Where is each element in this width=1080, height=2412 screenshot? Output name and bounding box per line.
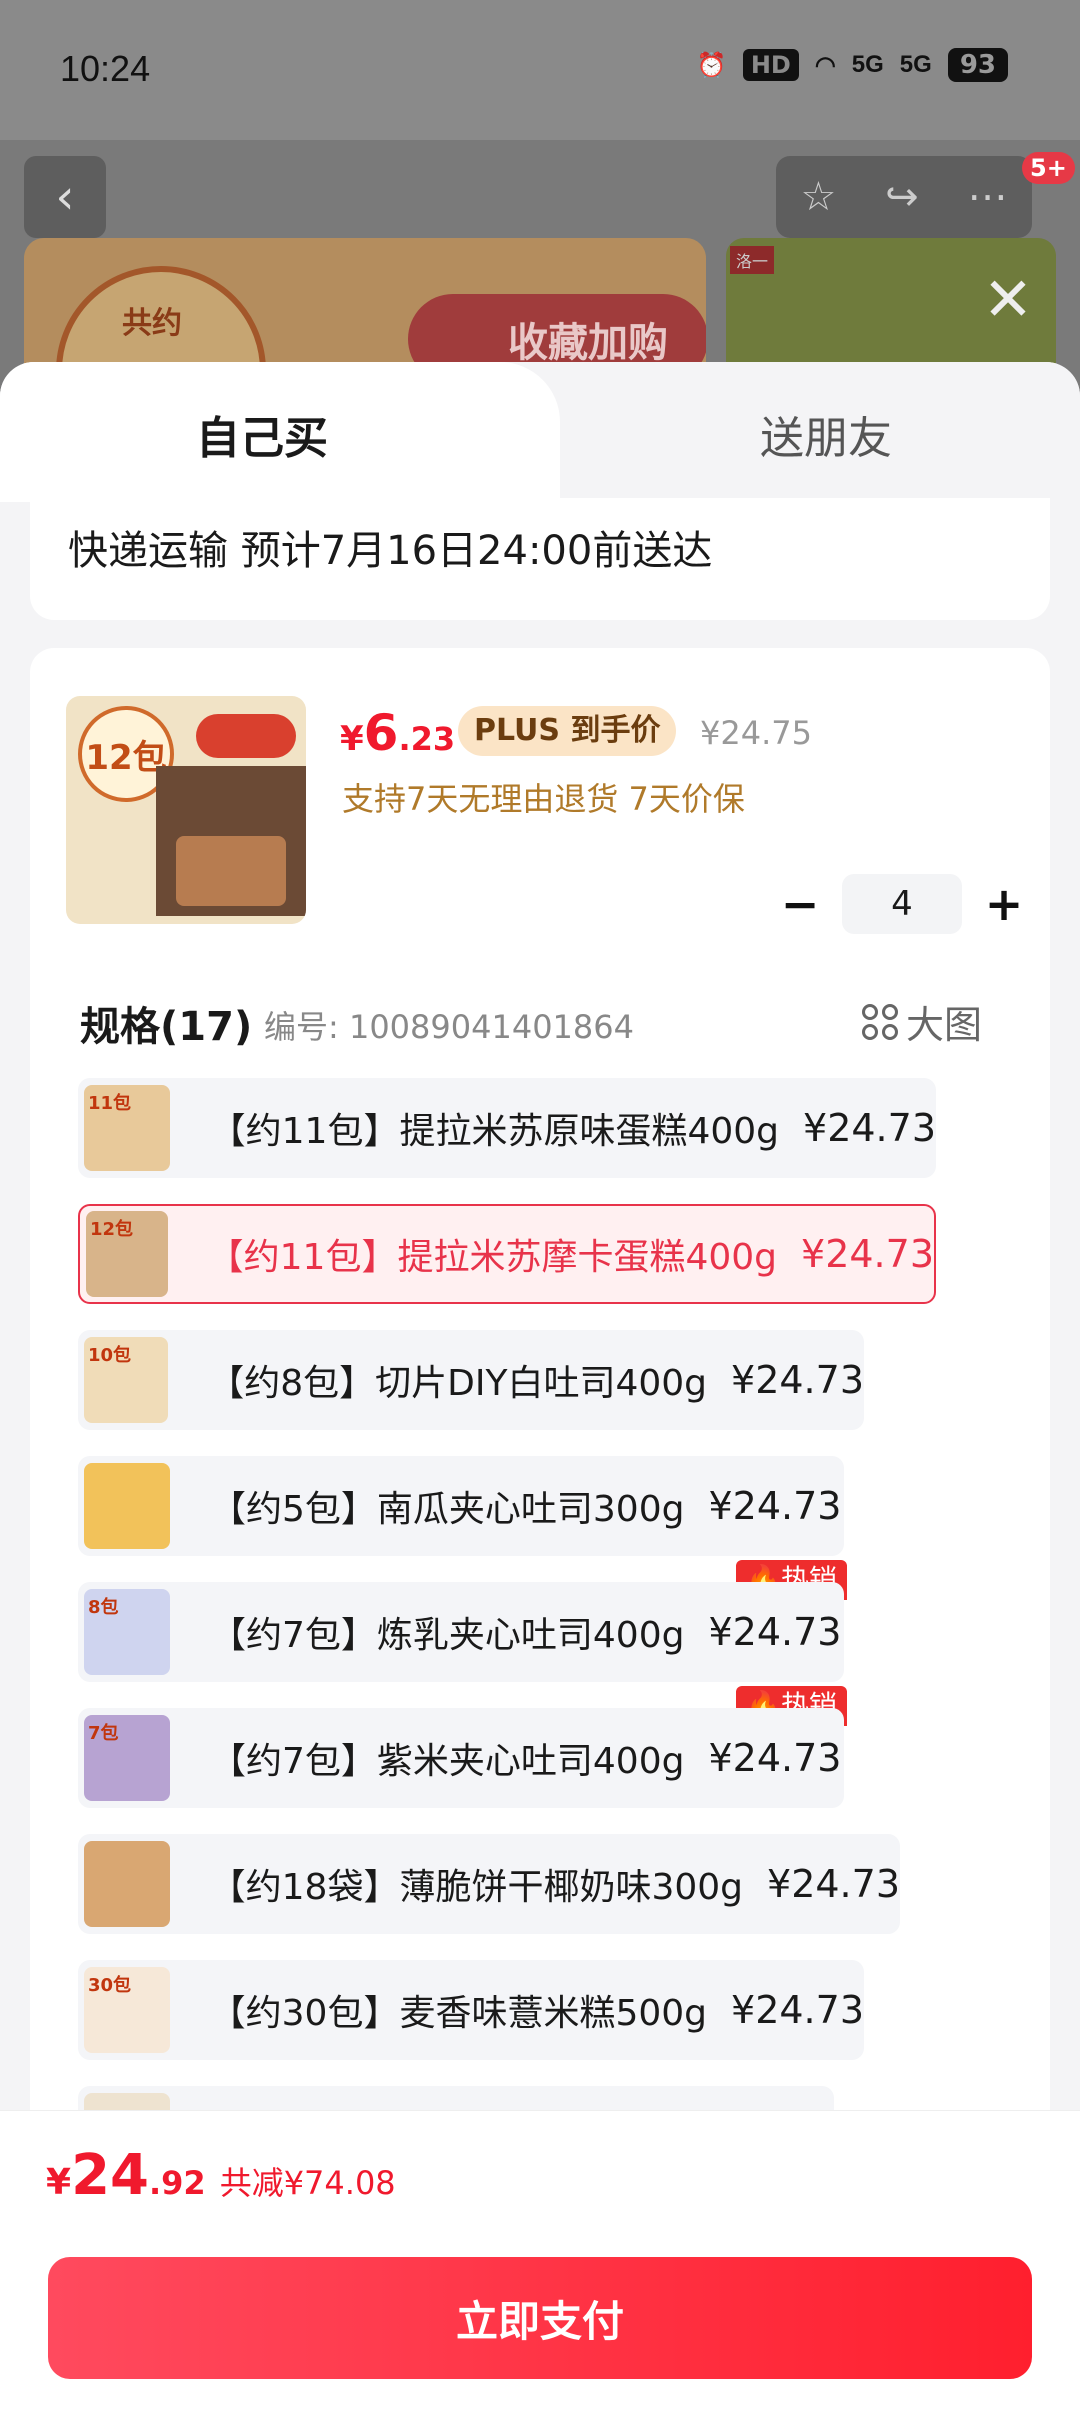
tabs: 自己买 送朋友 bbox=[0, 362, 1080, 502]
option-price: ¥24.73 bbox=[801, 1232, 934, 1276]
spec-option[interactable]: 30包 【约30包】麦香味薏米糕500g ¥24.73 bbox=[78, 1960, 864, 2060]
discount-total: 共减¥74.08 bbox=[219, 2164, 396, 2202]
spec-option[interactable]: 11包 【约11包】提拉米苏原味蛋糕400g ¥24.73 bbox=[78, 1078, 936, 1178]
status-icons: ⏰ HD ◠ 5G 5G 93 bbox=[697, 48, 1008, 82]
option-label: 【约5包】南瓜夹心吐司300g bbox=[210, 1489, 685, 1530]
option-label: 【约11包】提拉米苏原味蛋糕400g bbox=[209, 1111, 780, 1152]
option-label: 【约7包】紫米夹心吐司400g bbox=[210, 1741, 685, 1782]
option-thumb: 30包 bbox=[84, 1967, 170, 2053]
spec-option[interactable]: 10包 【约8包】切片DIY白吐司400g ¥24.73 bbox=[78, 1330, 864, 1430]
option-price: ¥24.73 bbox=[731, 1988, 864, 2032]
option-price: ¥24.73 bbox=[708, 1484, 842, 1528]
total-price: ¥ 24 .92 共减¥74.08 bbox=[46, 2143, 396, 2208]
option-label: 【约30包】麦香味薏米糕500g bbox=[209, 1993, 708, 2034]
option-thumb bbox=[84, 1841, 170, 1927]
alarm-icon: ⏰ bbox=[696, 51, 727, 79]
product-price: ¥ 6 .23 bbox=[340, 704, 456, 762]
minus-button[interactable]: − bbox=[770, 874, 830, 934]
back-button[interactable]: ‹ bbox=[24, 156, 106, 238]
close-icon[interactable]: ✕ bbox=[978, 270, 1038, 330]
option-thumb: 8包 bbox=[84, 1589, 170, 1675]
option-thumb: 10包 bbox=[84, 1337, 169, 1423]
spec-option-selected[interactable]: 12包 【约11包】提拉米苏摩卡蛋糕400g ¥24.73 bbox=[78, 1204, 936, 1304]
big-image-button[interactable]: 大图 bbox=[862, 994, 982, 1049]
shipping-card: 快递运输 预计7月16日24:00前送达 bbox=[30, 498, 1050, 620]
hd-icon: HD bbox=[742, 49, 799, 81]
signal-5g-icon: 5G bbox=[851, 51, 884, 78]
option-price: ¥24.73 bbox=[731, 1358, 864, 1402]
banner-photo-tag: 洛一 bbox=[730, 246, 775, 274]
quantity-stepper: − 4 + bbox=[770, 874, 1034, 934]
spec-option[interactable]: 【约18袋】薄脆饼干椰奶味300g ¥24.73 bbox=[78, 1834, 900, 1934]
wifi-icon: ◠ bbox=[814, 51, 836, 79]
status-bar: 10:24 ⏰ HD ◠ 5G 5G 93 bbox=[0, 0, 1080, 140]
product-image[interactable]: 12包 bbox=[66, 696, 306, 924]
option-thumb: 7包 bbox=[84, 1715, 170, 1801]
tab-self[interactable]: 自己买 bbox=[0, 362, 560, 502]
pay-now-button[interactable]: 立即支付 bbox=[48, 2257, 1032, 2379]
shipping-text: 快递运输 预计7月16日24:00前送达 bbox=[68, 528, 713, 574]
quantity-input[interactable]: 4 bbox=[842, 874, 962, 934]
signal-5g-icon-2: 5G bbox=[899, 51, 932, 78]
option-label: 【约11包】提拉米苏摩卡蛋糕400g bbox=[207, 1237, 778, 1278]
option-thumb: 11包 bbox=[84, 1085, 170, 1171]
option-price: ¥24.73 bbox=[767, 1862, 900, 1906]
option-thumb bbox=[84, 1463, 170, 1549]
spec-code: 编号: 10089041401864 bbox=[264, 1008, 634, 1046]
spec-option[interactable]: 8包 【约7包】炼乳夹心吐司400g ¥24.73 bbox=[78, 1582, 844, 1682]
option-price: ¥24.73 bbox=[803, 1106, 936, 1150]
option-thumb: 12包 bbox=[86, 1211, 168, 1297]
spec-option[interactable]: 【约5包】南瓜夹心吐司300g ¥24.73 bbox=[78, 1456, 844, 1556]
option-price: ¥24.73 bbox=[708, 1736, 842, 1780]
grid-icon bbox=[862, 1003, 898, 1040]
option-label: 【约18袋】薄脆饼干椰奶味300g bbox=[209, 1867, 744, 1908]
option-price: ¥24.73 bbox=[708, 1610, 842, 1654]
plus-price-tag: PLUS 到手价 bbox=[458, 706, 677, 756]
star-icon[interactable]: ☆ bbox=[800, 174, 836, 220]
purchase-sheet: 自己买 送朋友 快递运输 预计7月16日24:00前送达 12包 ¥ 6 .23… bbox=[0, 362, 1080, 2412]
checkout-bar: ¥ 24 .92 共减¥74.08 立即支付 bbox=[0, 2110, 1080, 2412]
plus-button[interactable]: + bbox=[974, 874, 1034, 934]
top-actions: ☆ ↪ ⋯ bbox=[776, 156, 1032, 238]
tab-friend[interactable]: 送朋友 bbox=[760, 402, 892, 466]
status-time: 10:24 bbox=[60, 48, 151, 89]
more-icon[interactable]: ⋯ bbox=[968, 174, 1008, 220]
original-price: ¥24.75 bbox=[700, 714, 812, 752]
message-badge: 5+ bbox=[1022, 152, 1075, 184]
option-label: 【约7包】炼乳夹心吐司400g bbox=[210, 1615, 685, 1656]
return-policy: 支持7天无理由退货 7天价保 bbox=[342, 780, 745, 818]
chevron-left-icon: ‹ bbox=[55, 169, 75, 225]
share-icon[interactable]: ↪ bbox=[885, 174, 919, 220]
option-label: 【约8包】切片DIY白吐司400g bbox=[208, 1363, 708, 1404]
battery-icon: 93 bbox=[947, 48, 1008, 82]
spec-option[interactable]: 7包 【约7包】紫米夹心吐司400g ¥24.73 bbox=[78, 1708, 844, 1808]
spec-title: 规格(17) bbox=[80, 1004, 253, 1050]
